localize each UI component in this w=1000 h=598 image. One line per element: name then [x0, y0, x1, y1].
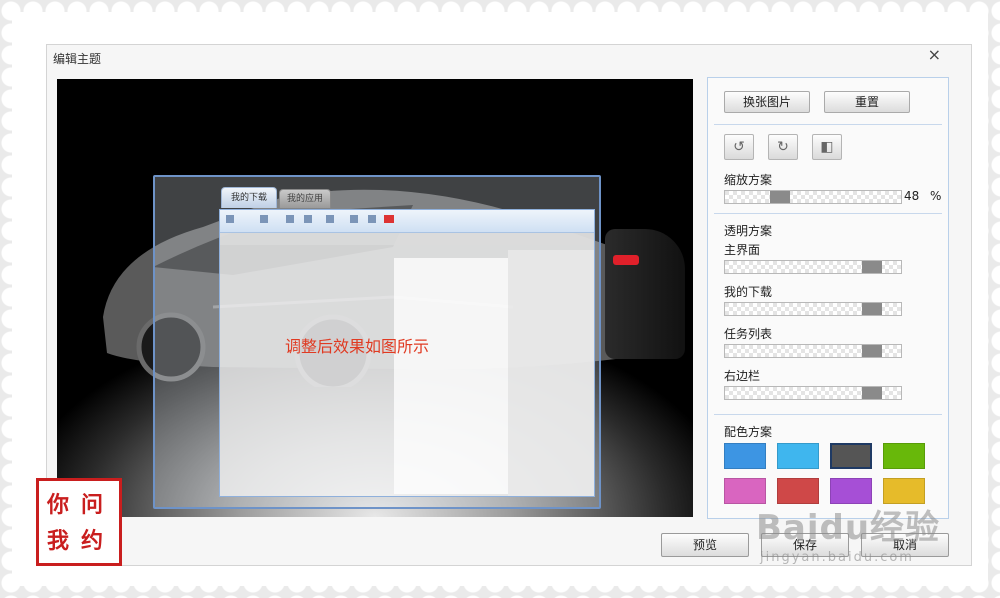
- annotation-text: 调整后效果如图所示: [285, 337, 430, 356]
- divider: [714, 213, 942, 214]
- change-image-button[interactable]: 换张图片: [724, 91, 810, 113]
- watermark-url: jingyan.baidu.com: [760, 550, 914, 565]
- car-taillight: [613, 255, 639, 265]
- seal-char: 问: [81, 492, 104, 518]
- theme-preview: 我的下载 我的应用 调整后效果如图所示: [57, 79, 693, 517]
- dialog-titlebar: 编辑主题 ×: [47, 45, 971, 71]
- color-swatch-blue[interactable]: [724, 443, 766, 469]
- rotate-left-icon[interactable]: ↺: [724, 134, 754, 160]
- pause-icon: [286, 215, 294, 223]
- preview-tab-downloads: 我的下载: [221, 187, 277, 208]
- task-list-label: 任务列表: [724, 327, 773, 341]
- red-seal-stamp: 你 问 我 约: [36, 478, 122, 566]
- preview-button[interactable]: 预览: [661, 533, 749, 557]
- seal-char: 你: [47, 492, 70, 518]
- color-swatch-sky[interactable]: [777, 443, 819, 469]
- my-downloads-label: 我的下载: [724, 285, 773, 299]
- close-icon[interactable]: ×: [928, 45, 941, 64]
- zoom-label: 缩放方案: [724, 173, 773, 187]
- main-ui-slider-thumb[interactable]: [862, 261, 882, 273]
- reset-button[interactable]: 重置: [824, 91, 910, 113]
- folder-icon: [326, 215, 334, 223]
- divider: [714, 124, 942, 125]
- color-swatch-green[interactable]: [883, 443, 925, 469]
- flip-icon[interactable]: ◧: [812, 134, 842, 160]
- zoom-value: 48: [904, 189, 920, 203]
- delete-icon: [304, 215, 312, 223]
- main-ui-label: 主界面: [724, 243, 761, 257]
- dialog-title: 编辑主题: [53, 52, 102, 66]
- preview-tab-apps: 我的应用: [279, 189, 331, 208]
- task-list-slider-thumb[interactable]: [862, 345, 882, 357]
- my-downloads-slider[interactable]: [724, 302, 902, 316]
- car-tail: [605, 229, 685, 359]
- divider: [714, 414, 942, 415]
- main-ui-slider[interactable]: [724, 260, 902, 274]
- right-sidebar-slider-thumb[interactable]: [862, 387, 882, 399]
- edit-theme-dialog: 编辑主题 × 我的下载 我的应用 调整后效果如图所示 换张图片 重置 ↺ ↻ ◧…: [46, 44, 972, 566]
- task-list-slider[interactable]: [724, 344, 902, 358]
- grid-icon: [350, 215, 358, 223]
- flag-icon: [384, 215, 394, 223]
- transparency-label: 透明方案: [724, 224, 773, 238]
- clock-icon: [368, 215, 376, 223]
- new-icon: [226, 215, 234, 223]
- zoom-slider-thumb[interactable]: [770, 191, 790, 203]
- zoom-unit: %: [930, 189, 942, 203]
- rotate-right-icon[interactable]: ↻: [768, 134, 798, 160]
- play-icon: [260, 215, 268, 223]
- seal-char: 约: [81, 528, 104, 554]
- preview-right-panel: [508, 250, 594, 496]
- preview-side-panel: [394, 258, 508, 494]
- seal-char: 我: [47, 528, 70, 554]
- preview-toolbar: [220, 210, 594, 233]
- preview-list-header: [220, 233, 594, 245]
- color-swatch-graphite[interactable]: [830, 443, 872, 469]
- zoom-slider[interactable]: [724, 190, 902, 204]
- baidu-watermark: Baidu经验: [756, 508, 941, 548]
- my-downloads-slider-thumb[interactable]: [862, 303, 882, 315]
- right-sidebar-slider[interactable]: [724, 386, 902, 400]
- right-sidebar-label: 右边栏: [724, 369, 761, 383]
- settings-panel: 换张图片 重置 ↺ ↻ ◧ 缩放方案 48 % 透明方案 主界面 我的下载 任务…: [707, 77, 949, 519]
- color-scheme-label: 配色方案: [724, 425, 773, 439]
